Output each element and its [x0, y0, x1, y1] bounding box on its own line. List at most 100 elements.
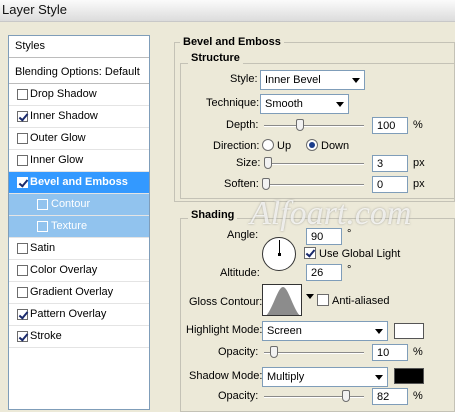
- inner-shadow-checkbox[interactable]: [17, 111, 28, 122]
- contour-curve-icon: [263, 285, 301, 315]
- pattern-overlay-checkbox[interactable]: [17, 309, 28, 320]
- technique-value: Smooth: [265, 98, 303, 110]
- size-unit: px: [413, 157, 425, 169]
- style-item-bevel-emboss[interactable]: Bevel and Emboss: [9, 172, 149, 194]
- direction-down-radio[interactable]: [306, 139, 318, 151]
- color-overlay-checkbox[interactable]: [17, 265, 28, 276]
- title-bar: Layer Style: [0, 0, 455, 22]
- soften-input[interactable]: 0: [372, 176, 408, 193]
- highlight-mode-label: Highlight Mode:: [186, 324, 263, 336]
- direction-up-radio[interactable]: [262, 139, 274, 151]
- style-item-inner-glow[interactable]: Inner Glow: [9, 150, 149, 172]
- shadow-opacity-input[interactable]: 82: [372, 388, 408, 405]
- stroke-checkbox[interactable]: [17, 331, 28, 342]
- technique-label: Technique:: [206, 97, 260, 109]
- chevron-down-icon: [375, 329, 383, 334]
- structure-title: Structure: [188, 52, 243, 64]
- size-label: Size:: [236, 157, 261, 169]
- soften-slider-track[interactable]: [264, 184, 364, 186]
- size-value: 3: [377, 158, 384, 170]
- technique-select[interactable]: Smooth: [260, 94, 349, 114]
- contour-checkbox[interactable]: [37, 199, 48, 210]
- style-item-label: Color Overlay: [30, 264, 98, 276]
- style-item-drop-shadow[interactable]: Drop Shadow: [9, 84, 149, 106]
- shadow-opacity-thumb[interactable]: [342, 390, 350, 402]
- size-slider-thumb[interactable]: [264, 157, 272, 169]
- shadow-opacity-value: 82: [377, 391, 390, 403]
- style-select[interactable]: Inner Bevel: [260, 70, 365, 90]
- highlight-opacity-thumb[interactable]: [270, 346, 278, 358]
- style-item-label: Stroke: [30, 330, 62, 342]
- angle-dial[interactable]: [262, 237, 296, 271]
- contour-dropdown-icon[interactable]: [306, 294, 314, 299]
- texture-checkbox[interactable]: [37, 221, 48, 232]
- direction-up-label: Up: [277, 140, 292, 152]
- highlight-color-swatch[interactable]: [394, 323, 424, 339]
- shadow-opacity-unit: %: [413, 390, 423, 402]
- shadow-color-swatch[interactable]: [394, 368, 424, 384]
- highlight-opacity-label: Opacity:: [218, 346, 259, 358]
- style-item-pattern-overlay[interactable]: Pattern Overlay: [9, 304, 149, 326]
- depth-slider-thumb[interactable]: [296, 119, 304, 131]
- gloss-contour-preview[interactable]: [262, 284, 302, 316]
- depth-label: Depth:: [226, 119, 259, 131]
- highlight-opacity-value: 10: [377, 347, 390, 359]
- highlight-mode-select[interactable]: Screen: [262, 321, 388, 341]
- style-item-gradient-overlay[interactable]: Gradient Overlay: [9, 282, 149, 304]
- style-item-label: Outer Glow: [30, 132, 86, 144]
- blending-options[interactable]: Blending Options: Default: [9, 62, 149, 84]
- style-item-inner-shadow[interactable]: Inner Shadow: [9, 106, 149, 128]
- chevron-down-icon: [352, 78, 360, 83]
- highlight-opacity-track[interactable]: [264, 352, 364, 354]
- altitude-input[interactable]: 26: [306, 264, 342, 281]
- blending-options-label: Blending Options: Default: [15, 66, 140, 78]
- style-item-texture[interactable]: Texture: [9, 216, 149, 238]
- size-slider-track[interactable]: [264, 163, 364, 165]
- style-value: Inner Bevel: [265, 74, 321, 86]
- size-input[interactable]: 3: [372, 155, 408, 172]
- depth-input[interactable]: 100: [372, 117, 408, 134]
- style-item-label: Gradient Overlay: [30, 286, 114, 298]
- style-item-stroke[interactable]: Stroke: [9, 326, 149, 348]
- chevron-down-icon: [375, 375, 383, 380]
- style-item-satin[interactable]: Satin: [9, 238, 149, 260]
- style-item-label: Drop Shadow: [30, 88, 97, 100]
- style-item-contour[interactable]: Contour: [9, 194, 149, 216]
- global-light-label: Use Global Light: [319, 248, 401, 260]
- style-item-outer-glow[interactable]: Outer Glow: [9, 128, 149, 150]
- inner-glow-checkbox[interactable]: [17, 155, 28, 166]
- style-item-label: Texture: [51, 220, 88, 232]
- drop-shadow-checkbox[interactable]: [17, 89, 28, 100]
- soften-unit: px: [413, 178, 425, 190]
- shading-title: Shading: [188, 209, 238, 221]
- depth-slider-track[interactable]: [264, 125, 364, 127]
- style-item-label: Pattern Overlay: [30, 308, 107, 320]
- shadow-mode-label: Shadow Mode:: [189, 370, 263, 382]
- soften-value: 0: [377, 179, 384, 191]
- angle-center: [278, 253, 281, 256]
- style-item-label: Bevel and Emboss: [30, 176, 128, 188]
- soften-label: Soften:: [224, 178, 259, 190]
- outer-glow-checkbox[interactable]: [17, 133, 28, 144]
- styles-header-label: Styles: [15, 40, 45, 52]
- highlight-opacity-unit: %: [413, 346, 423, 358]
- highlight-opacity-input[interactable]: 10: [372, 344, 408, 361]
- style-item-color-overlay[interactable]: Color Overlay: [9, 260, 149, 282]
- styles-header[interactable]: Styles: [9, 36, 149, 58]
- direction-label: Direction:: [213, 140, 260, 152]
- gradient-overlay-checkbox[interactable]: [17, 287, 28, 298]
- style-item-label: Inner Glow: [30, 154, 84, 166]
- soften-slider-thumb[interactable]: [262, 178, 270, 190]
- style-item-label: Contour: [51, 198, 91, 210]
- window-title: Layer Style: [2, 2, 68, 17]
- satin-checkbox[interactable]: [17, 243, 28, 254]
- altitude-label: Altitude:: [220, 267, 260, 279]
- shadow-mode-select[interactable]: Multiply: [262, 367, 388, 387]
- global-light-checkbox[interactable]: [304, 247, 316, 259]
- style-item-label: Satin: [30, 242, 56, 254]
- bevel-emboss-title: Bevel and Emboss: [180, 36, 284, 48]
- bevel-emboss-checkbox[interactable]: [17, 177, 28, 188]
- direction-down-label: Down: [321, 140, 350, 152]
- styles-list: Styles Blending Options: Default Drop Sh…: [8, 35, 150, 410]
- anti-aliased-checkbox[interactable]: [317, 294, 329, 306]
